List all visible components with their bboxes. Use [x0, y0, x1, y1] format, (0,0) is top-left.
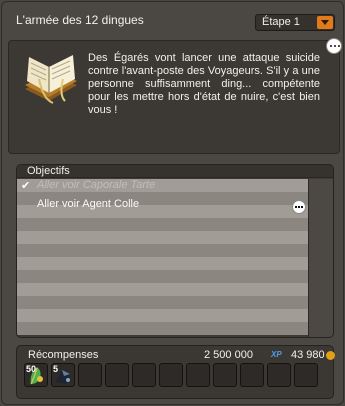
rewards-panel: Récompenses 2 500 000 XP 43 980 50 5: [16, 345, 335, 399]
objectives-header-label: Objectifs: [27, 165, 70, 177]
reward-slot-empty[interactable]: [105, 363, 129, 387]
objective-row[interactable]: Aller voir Agent Colle: [17, 198, 309, 211]
chevron-down-icon[interactable]: [317, 16, 333, 29]
objective-label: Aller voir Agent Colle: [37, 198, 140, 210]
reward-slot[interactable]: 50: [24, 363, 48, 387]
reward-slot-empty[interactable]: [159, 363, 183, 387]
objective-label: Aller voir Caporale Tarte: [37, 179, 156, 191]
objective-row-empty: [17, 270, 309, 283]
xp-icon: XP: [271, 350, 282, 359]
kama-icon: [326, 351, 335, 360]
reward-slot-empty[interactable]: [132, 363, 156, 387]
objective-row[interactable]: ✔ Aller voir Caporale Tarte: [17, 179, 309, 192]
objective-more-button[interactable]: [292, 200, 306, 214]
reward-slot-empty[interactable]: [78, 363, 102, 387]
objective-row-empty: [17, 283, 309, 296]
objective-row-empty: [17, 218, 309, 231]
step-dropdown-value: Étape 1: [262, 16, 300, 28]
quest-window: L'armée des 12 dingues Étape 1 Des Égaré…: [1, 1, 344, 405]
checkmark-icon: ✔: [21, 180, 31, 192]
objective-row-empty: [17, 322, 309, 335]
reward-item-count: 50: [26, 364, 37, 374]
rewards-header: Récompenses: [28, 349, 99, 361]
reward-slot-empty[interactable]: [240, 363, 264, 387]
reward-slot-empty[interactable]: [213, 363, 237, 387]
objective-row-empty: [17, 244, 309, 257]
objective-row-empty: [17, 257, 309, 270]
reward-slot-empty[interactable]: [267, 363, 291, 387]
more-options-button[interactable]: [326, 38, 342, 54]
kama-reward-value: 43 980: [291, 349, 325, 361]
quest-description-panel: Des Égarés vont lancer une attaque suici…: [8, 40, 340, 154]
reward-slot[interactable]: 5: [51, 363, 75, 387]
objective-row-empty: [17, 231, 309, 244]
objectives-panel: Objectifs ✔ Aller voir Caporale Tarte Al…: [16, 164, 334, 338]
reward-item-count: 5: [53, 364, 59, 374]
quest-description-text: Des Égarés vont lancer une attaque suici…: [88, 52, 320, 116]
objective-row-empty: [17, 309, 309, 322]
open-book-icon: [25, 55, 77, 104]
objective-row-empty: [17, 296, 309, 309]
xp-reward-value: 2 500 000: [204, 349, 253, 361]
reward-slot-empty[interactable]: [186, 363, 210, 387]
reward-slot-empty[interactable]: [294, 363, 318, 387]
objectives-header: Objectifs: [17, 165, 333, 178]
step-dropdown[interactable]: Étape 1: [255, 14, 335, 31]
quest-title: L'armée des 12 dingues: [16, 13, 144, 27]
objectives-scrollbar[interactable]: [308, 179, 333, 337]
